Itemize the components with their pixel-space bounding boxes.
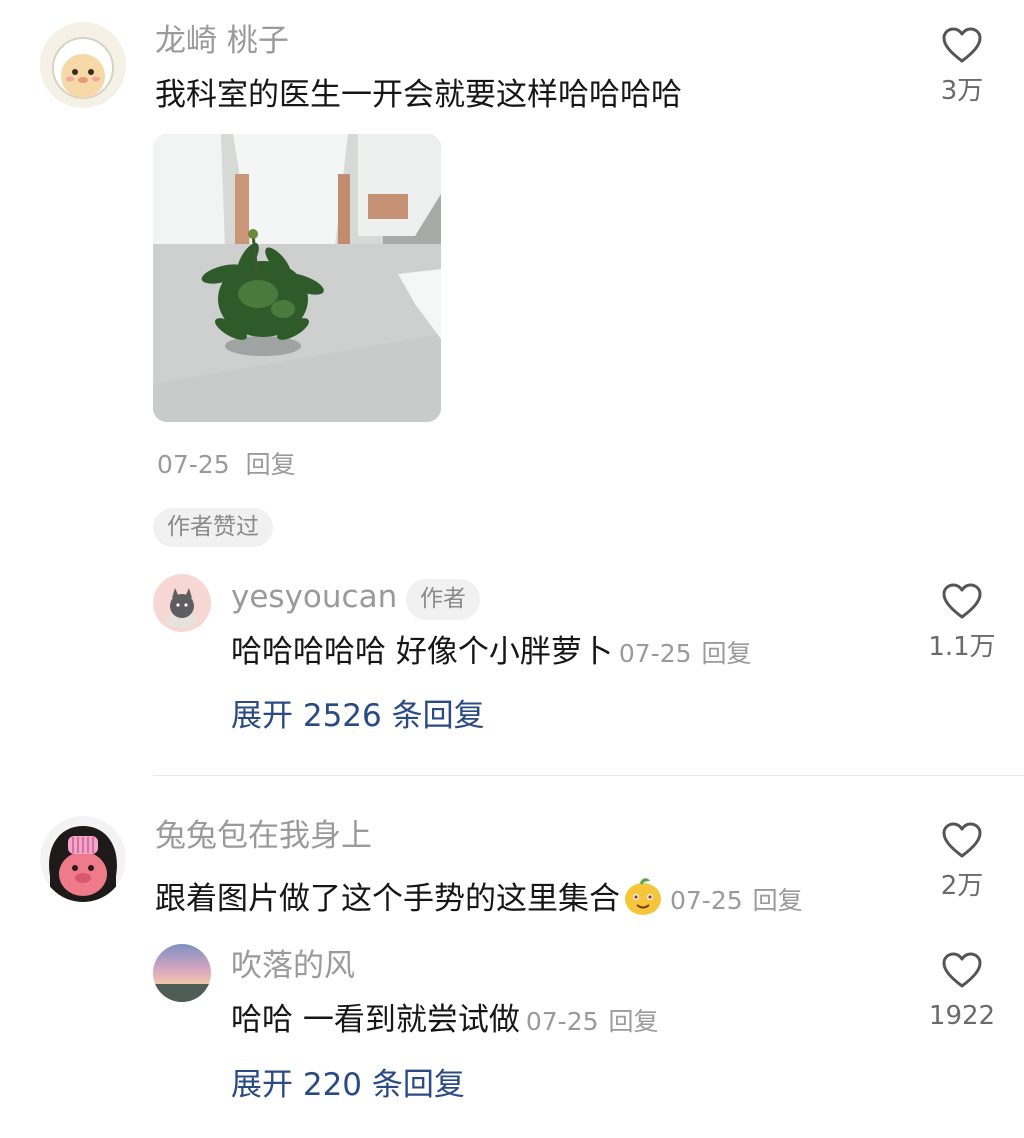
comment-content: 跟着图片做了这个手势的这里集合 <box>155 881 620 917</box>
comment-text: 跟着图片做了这个手势的这里集合 07-25 回复 <box>155 875 803 923</box>
heart-icon <box>942 583 982 619</box>
avatar[interactable] <box>153 944 211 1002</box>
like-button[interactable]: 2万 <box>917 821 1007 899</box>
like-count: 2万 <box>940 871 984 901</box>
comment-date: 07-25 <box>157 450 230 479</box>
comment-meta: 07-25 回复 <box>157 452 296 477</box>
comment-image[interactable] <box>153 134 441 422</box>
reply-button[interactable]: 回复 <box>753 886 803 915</box>
heart-icon <box>942 952 982 988</box>
username[interactable]: 龙崎 桃子 <box>155 26 289 57</box>
reply-date: 07-25 <box>525 1007 599 1036</box>
avatar[interactable] <box>153 574 211 632</box>
heart-icon <box>942 27 982 63</box>
like-button[interactable]: 3万 <box>917 26 1007 104</box>
comment-text: 我科室的医生一开会就要这样哈哈哈哈 <box>155 77 682 113</box>
avatar[interactable] <box>40 22 126 108</box>
like-count: 1.1万 <box>928 632 996 662</box>
expand-replies-button[interactable]: 展开 220 条回复 <box>231 1070 465 1101</box>
like-button[interactable]: 1922 <box>917 951 1007 1029</box>
avatar[interactable] <box>40 816 126 902</box>
reply-button[interactable]: 回复 <box>609 1007 659 1036</box>
author-liked-badge: 作者赞过 <box>153 508 273 547</box>
reply-meta: 07-25 回复 <box>619 639 752 668</box>
username[interactable]: 吹落的风 <box>231 951 355 982</box>
reply-content: 哈哈哈哈哈 好像个小胖萝卜 <box>231 634 613 670</box>
username[interactable]: 兔兔包在我身上 <box>155 821 372 852</box>
reply-text: 哈哈 一看到就尝试做 07-25 回复 <box>231 1005 659 1036</box>
reply-text: 哈哈哈哈哈 好像个小胖萝卜 07-25 回复 <box>231 637 752 668</box>
reply-date: 07-25 <box>618 639 692 668</box>
like-button[interactable]: 1.1万 <box>917 582 1007 660</box>
username[interactable]: yesyoucan <box>231 582 397 613</box>
heart-icon <box>942 822 982 858</box>
comment-date: 07-25 <box>670 886 743 915</box>
reply-content: 哈哈 一看到就尝试做 <box>231 1002 520 1038</box>
mango-sticker-icon <box>622 875 664 923</box>
reply-meta: 07-25 回复 <box>526 1007 659 1036</box>
divider <box>153 775 1024 776</box>
like-count: 1922 <box>928 1001 996 1031</box>
comment-meta: 07-25 回复 <box>670 886 803 915</box>
author-tag: 作者 <box>406 579 480 620</box>
reply-button[interactable]: 回复 <box>246 450 296 479</box>
expand-replies-button[interactable]: 展开 2526 条回复 <box>231 701 485 732</box>
reply-button[interactable]: 回复 <box>702 639 752 668</box>
like-count: 3万 <box>940 76 984 106</box>
